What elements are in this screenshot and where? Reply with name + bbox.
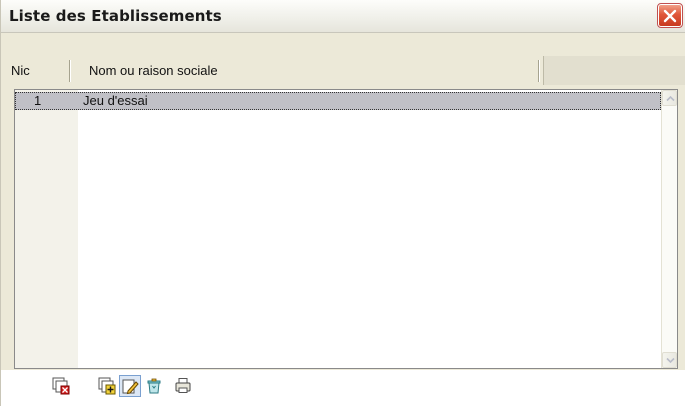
column-separator[interactable]: [538, 60, 539, 82]
table-row[interactable]: 1 Jeu d'essai: [15, 92, 661, 110]
cell-name: Jeu d'essai: [83, 93, 148, 108]
scroll-up-button[interactable]: [662, 90, 677, 106]
edit-button[interactable]: [119, 375, 141, 397]
recycle-icon: [147, 378, 161, 394]
window: Liste des Etablissements Nic Nom ou rais…: [0, 0, 685, 406]
column-header-nic[interactable]: Nic: [11, 56, 71, 85]
recycle-button[interactable]: [143, 375, 165, 397]
toolbar: [1, 370, 685, 406]
column-header-name[interactable]: Nom ou raison sociale: [89, 56, 489, 85]
delete-icon: [52, 377, 70, 395]
chevron-down-icon: [666, 357, 675, 364]
column-separator[interactable]: [69, 60, 70, 82]
add-button[interactable]: [96, 375, 118, 397]
scroll-down-button[interactable]: [662, 352, 677, 368]
print-icon: [175, 378, 191, 393]
vertical-scrollbar[interactable]: [661, 90, 677, 368]
delete-button[interactable]: [50, 375, 72, 397]
print-button[interactable]: [172, 375, 194, 397]
header-filler: [543, 56, 685, 85]
close-button[interactable]: [657, 3, 683, 28]
title-bar: Liste des Etablissements: [1, 0, 685, 33]
add-icon: [98, 377, 116, 395]
chevron-up-icon: [666, 95, 675, 102]
window-title: Liste des Etablissements: [9, 7, 222, 25]
cell-nic: 1: [34, 93, 42, 108]
establishments-grid[interactable]: 1 Jeu d'essai: [14, 89, 678, 369]
nic-column-background: [15, 90, 78, 368]
table-header: Nic Nom ou raison sociale: [5, 56, 685, 85]
close-icon: [663, 9, 677, 23]
edit-icon: [122, 379, 139, 395]
